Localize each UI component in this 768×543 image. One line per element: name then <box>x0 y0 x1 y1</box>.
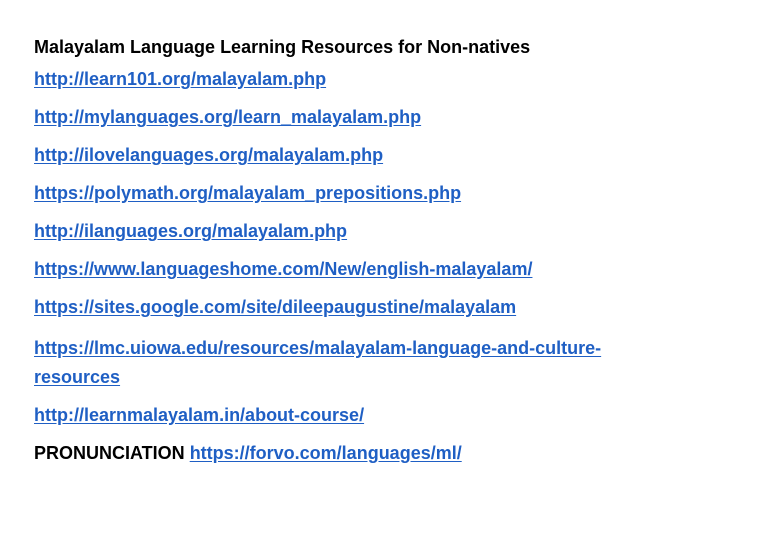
pronunciation-link-forvo[interactable]: https://forvo.com/languages/ml/ <box>190 443 462 463</box>
document-title: Malayalam Language Learning Resources fo… <box>34 37 531 57</box>
link-item: http://ilovelanguages.org/malayalam.php <box>34 144 728 166</box>
link-item: https://sites.google.com/site/dileepaugu… <box>34 296 728 318</box>
link-item: https://polymath.org/malayalam_prepositi… <box>34 182 728 204</box>
link-item: http://learnmalayalam.in/about-course/ <box>34 404 728 426</box>
document-page: Malayalam Language Learning Resources fo… <box>0 0 768 543</box>
resource-link-uiowa[interactable]: https://lmc.uiowa.edu/resources/malayala… <box>34 338 601 387</box>
link-item: https://lmc.uiowa.edu/resources/malayala… <box>34 334 674 392</box>
pronunciation-label: PRONUNCIATION <box>34 443 185 463</box>
resource-link-list: http://learn101.org/malayalam.php http:/… <box>34 68 728 426</box>
resource-link-ilovelanguages[interactable]: http://ilovelanguages.org/malayalam.php <box>34 145 383 165</box>
resource-link-ilanguages[interactable]: http://ilanguages.org/malayalam.php <box>34 221 347 241</box>
link-item: http://ilanguages.org/malayalam.php <box>34 220 728 242</box>
link-item: https://www.languageshome.com/New/englis… <box>34 258 728 280</box>
resource-link-learn101[interactable]: http://learn101.org/malayalam.php <box>34 69 326 89</box>
link-item: http://mylanguages.org/learn_malayalam.p… <box>34 106 728 128</box>
link-item: http://learn101.org/malayalam.php <box>34 68 728 90</box>
pronunciation-line: PRONUNCIATION https://forvo.com/language… <box>34 442 728 464</box>
resource-link-mylanguages[interactable]: http://mylanguages.org/learn_malayalam.p… <box>34 107 421 127</box>
resource-link-learnmalayalam[interactable]: http://learnmalayalam.in/about-course/ <box>34 405 364 425</box>
resource-link-polymath[interactable]: https://polymath.org/malayalam_prepositi… <box>34 183 461 203</box>
resource-link-languageshome[interactable]: https://www.languageshome.com/New/englis… <box>34 259 532 279</box>
resource-link-google-sites[interactable]: https://sites.google.com/site/dileepaugu… <box>34 297 516 317</box>
